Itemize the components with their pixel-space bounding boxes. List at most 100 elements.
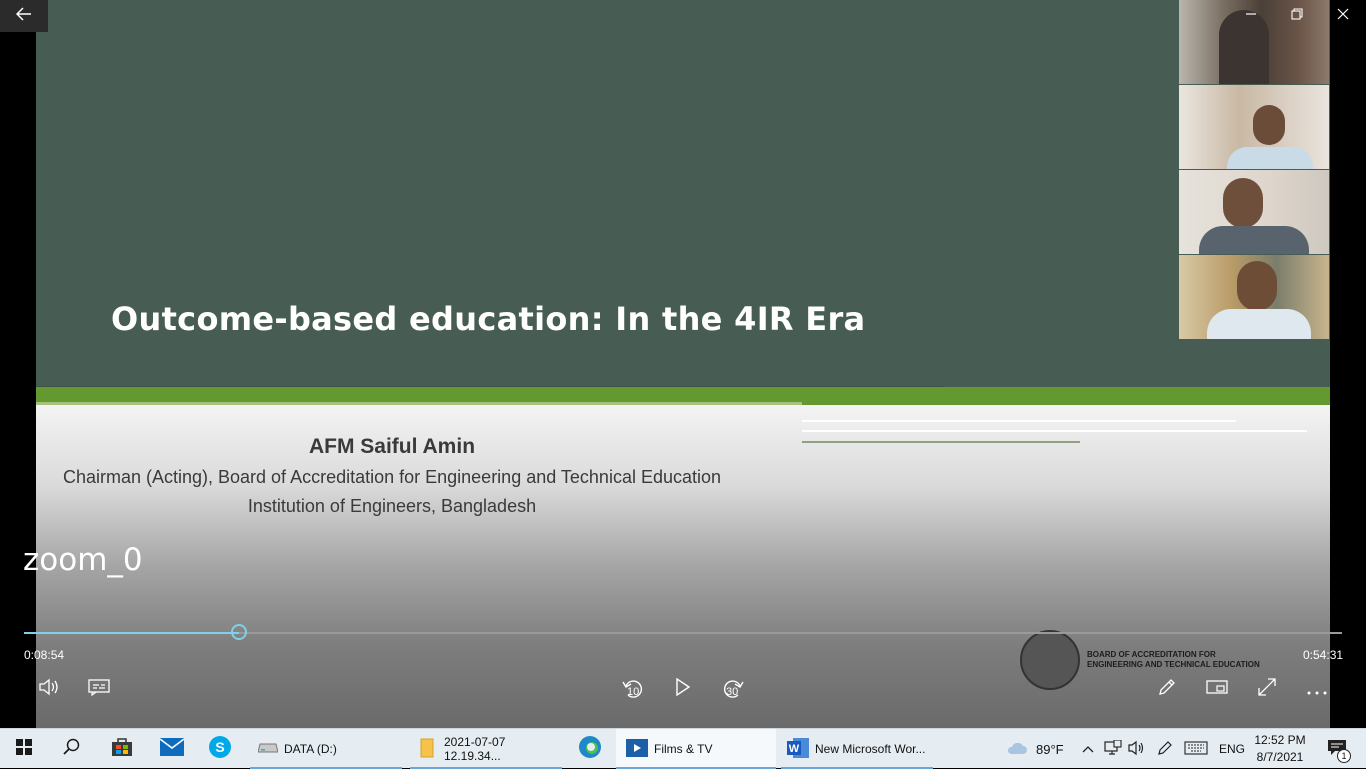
keyboard-icon [1184, 740, 1208, 758]
edge-icon [578, 735, 602, 764]
presenter-org: Institution of Engineers, Bangladesh [247, 496, 537, 516]
restore-button[interactable] [1274, 0, 1320, 32]
logo-text-line2: ENGINEERING AND TECHNICAL EDUCATION [1087, 660, 1260, 669]
taskbar-app-word[interactable]: W New Microsoft Wor... [781, 729, 933, 769]
taskbar-app-label: DATA (D:) [284, 742, 337, 756]
volume-icon [38, 678, 60, 701]
svg-text:W: W [789, 743, 800, 755]
taskbar: S DATA (D:) 2021-07-07 12.19.34... Films… [0, 728, 1366, 769]
skype-icon: S [208, 735, 232, 764]
presenter-role: Chairman (Acting), Board of Accreditatio… [62, 467, 722, 487]
mail-button[interactable] [148, 729, 196, 769]
seek-bar-thumb[interactable] [230, 624, 247, 640]
seek-bar[interactable] [24, 632, 1342, 634]
restore-icon [1291, 7, 1303, 25]
seek-bar-fill [24, 632, 239, 634]
weather-cloud-icon [1006, 740, 1028, 759]
clock-date: 8/7/2021 [1256, 750, 1304, 764]
participant-avatar [1223, 178, 1263, 228]
participant-shirt [1227, 147, 1313, 169]
search-icon [63, 738, 81, 761]
participant-avatar [1253, 105, 1285, 145]
skip-forward-button[interactable]: 30 [718, 674, 748, 704]
store-button[interactable] [98, 729, 146, 769]
play-button[interactable] [668, 674, 698, 704]
weather-widget[interactable]: 89°F [1006, 729, 1064, 769]
films-tv-icon [626, 737, 648, 762]
video-frame[interactable]: Outcome-based education: In the 4IR Era … [36, 0, 1330, 728]
volume-tray-button[interactable] [1128, 729, 1146, 769]
action-center-button[interactable]: 1 [1322, 729, 1352, 769]
clock-time: 12:52 PM [1254, 733, 1306, 747]
minimize-button[interactable] [1228, 0, 1274, 32]
clock[interactable]: 12:52 PM 8/7/2021 [1254, 729, 1306, 769]
taskbar-app-films-tv[interactable]: Films & TV [616, 729, 776, 769]
back-button[interactable] [0, 0, 48, 32]
presenter-name: AFM Saiful Amin [308, 435, 476, 458]
logo-text-line1: BOARD OF ACCREDITATION FOR [1087, 650, 1216, 659]
pen-icon [1156, 739, 1174, 760]
subtitles-button[interactable] [84, 674, 114, 704]
mini-view-button[interactable] [1202, 674, 1232, 704]
folder-icon [420, 738, 434, 761]
more-icon [1307, 679, 1327, 700]
fullscreen-button[interactable] [1252, 674, 1282, 704]
drive-icon [257, 742, 279, 757]
notification-icon: 1 [1327, 739, 1351, 763]
stripe-line-2 [802, 430, 1307, 432]
participant-avatar [1237, 261, 1277, 311]
participant-video-2 [1179, 85, 1329, 169]
close-button[interactable] [1320, 0, 1366, 32]
edit-button[interactable] [1152, 674, 1182, 704]
participant-video-3 [1179, 170, 1329, 254]
weather-temp: 89°F [1036, 741, 1064, 757]
more-button[interactable] [1302, 674, 1332, 704]
pen-button[interactable] [1156, 729, 1174, 769]
windows-icon [16, 738, 32, 760]
search-button[interactable] [48, 729, 96, 769]
participant-video-4 [1179, 255, 1329, 339]
skip-back-label: 10 [627, 686, 640, 698]
current-time: 0:08:54 [24, 648, 65, 662]
chevron-up-icon [1082, 742, 1094, 756]
word-icon: W [787, 737, 809, 761]
taskbar-app-drive[interactable]: DATA (D:) [250, 729, 402, 769]
arrow-left-icon [15, 6, 32, 26]
pencil-icon [1157, 677, 1177, 702]
language-indicator[interactable]: ENG [1219, 729, 1245, 769]
close-icon [1337, 7, 1349, 25]
network-icon [1104, 738, 1122, 759]
fullscreen-icon [1257, 677, 1277, 702]
network-button[interactable] [1104, 729, 1122, 769]
media-title: zoom_0 [23, 542, 143, 578]
baete-logo [1020, 630, 1080, 690]
taskbar-app-label: Films & TV [654, 742, 713, 756]
taskbar-app-folder[interactable]: 2021-07-07 12.19.34... [410, 729, 562, 769]
volume-button[interactable] [34, 674, 64, 704]
taskbar-app-label: New Microsoft Wor... [815, 742, 926, 756]
play-icon [675, 677, 691, 701]
mail-icon [159, 737, 185, 761]
speaker-icon [1128, 740, 1146, 759]
skip-forward-label: 30 [726, 686, 739, 698]
mini-view-icon [1206, 679, 1228, 700]
notification-badge: 1 [1337, 748, 1351, 763]
store-icon [111, 737, 133, 762]
baete-logo-text: BOARD OF ACCREDITATION FOR ENGINEERING A… [1087, 650, 1260, 670]
svg-text:S: S [215, 739, 224, 755]
edge-button[interactable] [566, 729, 614, 769]
participant-shirt [1199, 226, 1309, 254]
skype-button[interactable]: S [196, 729, 244, 769]
stripe-line-3 [802, 441, 1080, 443]
stripe-line-1 [802, 420, 1236, 422]
touch-keyboard-button[interactable] [1184, 729, 1208, 769]
participant-shirt [1207, 309, 1311, 339]
total-time: 0:54:31 [1303, 648, 1344, 662]
taskbar-app-label: 2021-07-07 12.19.34... [444, 735, 506, 763]
subtitles-icon [88, 678, 110, 701]
slide-title: Outcome-based education: In the 4IR Era [111, 300, 866, 338]
start-button[interactable] [0, 729, 48, 769]
minimize-icon [1245, 7, 1257, 25]
skip-back-button[interactable]: 10 [618, 674, 648, 704]
show-hidden-icons-button[interactable] [1082, 729, 1094, 769]
